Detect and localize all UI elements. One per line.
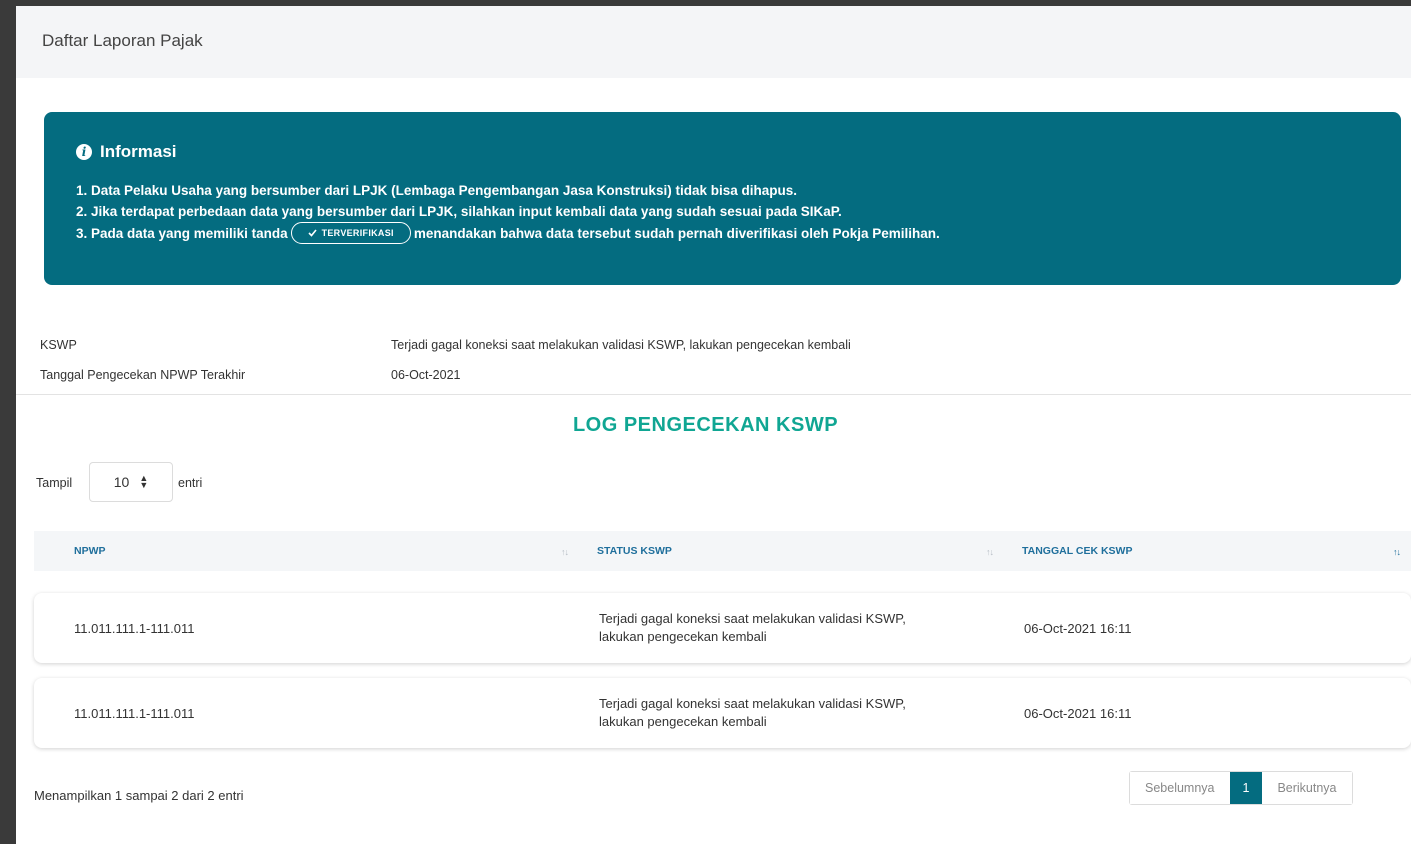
sort-arrows-icon[interactable]: ↑↓ bbox=[1393, 547, 1401, 557]
column-header-date[interactable]: TANGGAL CEK KSWP bbox=[1022, 545, 1132, 557]
entries-length-value: 10 bbox=[113, 474, 130, 490]
cell-status-line: Terjadi gagal koneksi saat melakukan val… bbox=[599, 696, 906, 711]
table-row[interactable]: 11.011.111.1-111.011 Terjadi gagal konek… bbox=[34, 593, 1411, 663]
cell-status: Terjadi gagal koneksi saat melakukan val… bbox=[599, 610, 999, 646]
entries-length-prefix: Tampil bbox=[36, 476, 73, 490]
sort-arrows-icon[interactable]: ↑↓ bbox=[986, 547, 994, 557]
next-page-button[interactable]: Berikutnya bbox=[1262, 772, 1352, 804]
log-section: Tampil 10 ▲ ▼ entri NPWP ↑↓ STATUS KSWP ↑… bbox=[16, 6, 1411, 844]
page-1-button[interactable]: 1 bbox=[1229, 772, 1263, 804]
sort-arrows-icon[interactable]: ↑↓ bbox=[561, 547, 569, 557]
cell-status-line: lakukan pengecekan kembali bbox=[599, 629, 767, 644]
cell-date: 06-Oct-2021 16:11 bbox=[1024, 706, 1132, 721]
entries-length-select[interactable]: 10 ▲ ▼ bbox=[89, 462, 173, 502]
table-summary: Menampilkan 1 sampai 2 dari 2 entri bbox=[34, 788, 244, 803]
select-arrows-icon: ▲ ▼ bbox=[139, 473, 149, 490]
cell-npwp: 11.011.111.1-111.011 bbox=[74, 706, 195, 721]
cell-npwp: 11.011.111.1-111.011 bbox=[74, 621, 195, 636]
previous-page-button[interactable]: Sebelumnya bbox=[1130, 772, 1230, 804]
cell-status: Terjadi gagal koneksi saat melakukan val… bbox=[599, 695, 999, 731]
pagination: Sebelumnya 1 Berikutnya bbox=[1129, 771, 1353, 805]
entries-length-suffix: entri bbox=[178, 476, 203, 490]
column-header-npwp[interactable]: NPWP bbox=[74, 545, 106, 557]
cell-status-line: Terjadi gagal koneksi saat melakukan val… bbox=[599, 611, 906, 626]
table-header: NPWP ↑↓ STATUS KSWP ↑↓ TANGGAL CEK KSWP … bbox=[34, 531, 1411, 571]
cell-status-line: lakukan pengecekan kembali bbox=[599, 714, 767, 729]
cell-date: 06-Oct-2021 16:11 bbox=[1024, 621, 1132, 636]
column-header-status[interactable]: STATUS KSWP bbox=[597, 545, 672, 557]
table-row[interactable]: 11.011.111.1-111.011 Terjadi gagal konek… bbox=[34, 678, 1411, 748]
